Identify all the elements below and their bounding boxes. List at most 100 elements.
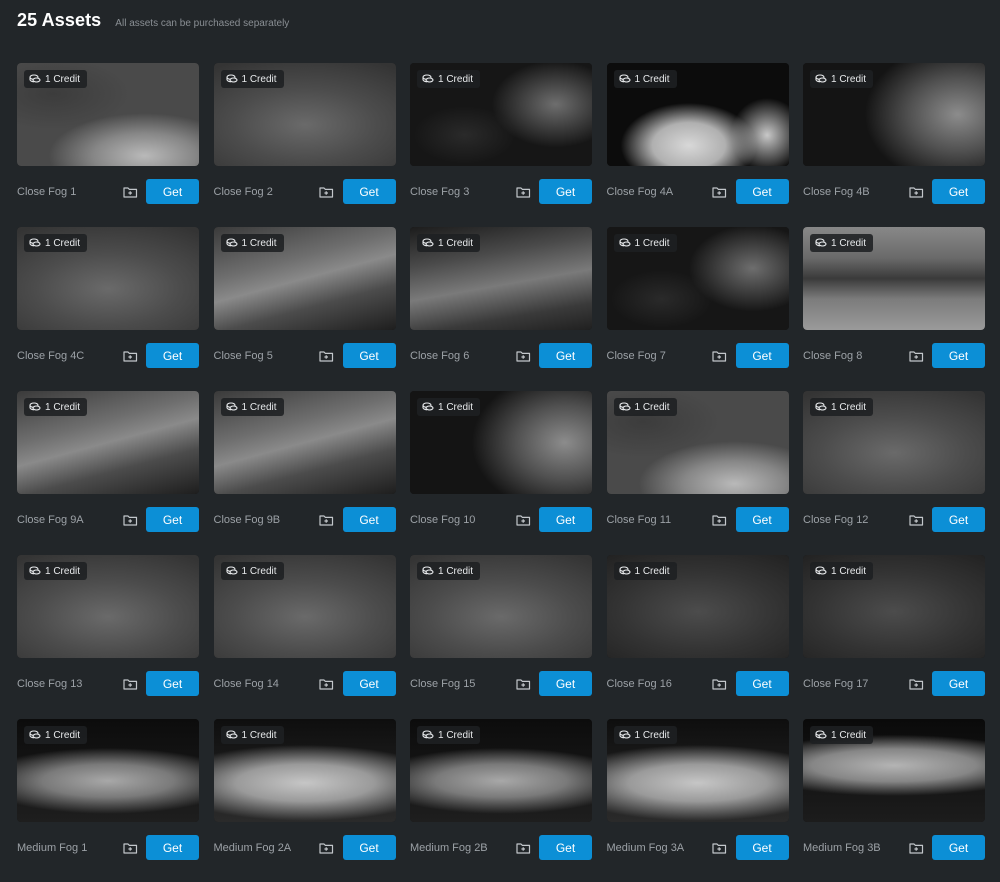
add-to-collection-button[interactable]: [908, 513, 924, 527]
asset-thumbnail[interactable]: 1 Credit: [803, 555, 985, 658]
asset-name: Medium Fog 2B: [410, 841, 488, 854]
asset-meta-row: Close Fog 17 Get: [803, 671, 985, 696]
get-asset-button[interactable]: Get: [146, 179, 199, 204]
credit-badge: 1 Credit: [613, 234, 677, 252]
add-to-collection-button[interactable]: [908, 841, 924, 855]
add-to-collection-button[interactable]: [515, 349, 531, 363]
add-to-collection-button[interactable]: [122, 349, 138, 363]
get-asset-button[interactable]: Get: [539, 179, 592, 204]
asset-card-close-fog-6: 1 Credit Close Fog 6 Get: [410, 227, 592, 391]
add-to-collection-button[interactable]: [319, 677, 335, 691]
asset-thumbnail[interactable]: 1 Credit: [606, 227, 789, 330]
asset-thumbnail[interactable]: 1 Credit: [213, 227, 396, 330]
folder-plus-icon: [908, 514, 923, 526]
get-asset-button[interactable]: Get: [539, 507, 592, 532]
asset-meta-row: Close Fog 9B Get: [214, 507, 396, 532]
get-asset-button[interactable]: Get: [146, 343, 199, 368]
asset-thumbnail[interactable]: 1 Credit: [803, 63, 985, 166]
get-asset-button[interactable]: Get: [146, 835, 199, 860]
add-to-collection-button[interactable]: [515, 677, 531, 691]
asset-thumbnail[interactable]: 1 Credit: [17, 391, 199, 494]
asset-thumbnail[interactable]: 1 Credit: [410, 227, 592, 330]
add-to-collection-button[interactable]: [122, 513, 138, 527]
asset-thumbnail[interactable]: 1 Credit: [606, 555, 789, 658]
asset-thumbnail[interactable]: 1 Credit: [213, 555, 396, 658]
add-to-collection-button[interactable]: [908, 349, 924, 363]
coins-icon: [29, 566, 41, 575]
add-to-collection-button[interactable]: [122, 841, 138, 855]
get-asset-button[interactable]: Get: [342, 507, 396, 532]
add-to-collection-button[interactable]: [122, 185, 138, 199]
credit-badge: 1 Credit: [24, 70, 88, 88]
credit-badge: 1 Credit: [613, 726, 677, 744]
asset-thumbnail[interactable]: 1 Credit: [410, 719, 592, 822]
credit-badge: 1 Credit: [417, 562, 481, 580]
folder-plus-icon: [712, 514, 727, 526]
get-asset-button[interactable]: Get: [342, 343, 396, 368]
get-asset-button[interactable]: Get: [932, 343, 985, 368]
add-to-collection-button[interactable]: [908, 185, 924, 199]
get-asset-button[interactable]: Get: [735, 507, 789, 532]
get-asset-button[interactable]: Get: [146, 671, 199, 696]
folder-plus-icon: [122, 514, 137, 526]
asset-thumbnail[interactable]: 1 Credit: [17, 719, 199, 822]
asset-thumbnail[interactable]: 1 Credit: [17, 555, 199, 658]
add-to-collection-button[interactable]: [712, 841, 728, 855]
get-asset-button[interactable]: Get: [539, 343, 592, 368]
add-to-collection-button[interactable]: [712, 677, 728, 691]
asset-thumbnail[interactable]: 1 Credit: [606, 719, 789, 822]
get-asset-button[interactable]: Get: [342, 671, 396, 696]
add-to-collection-button[interactable]: [712, 349, 728, 363]
get-asset-button[interactable]: Get: [539, 671, 592, 696]
add-to-collection-button[interactable]: [908, 677, 924, 691]
add-to-collection-button[interactable]: [319, 841, 335, 855]
add-to-collection-button[interactable]: [319, 185, 335, 199]
get-asset-button[interactable]: Get: [342, 179, 396, 204]
asset-thumbnail[interactable]: 1 Credit: [213, 719, 396, 822]
get-asset-button[interactable]: Get: [735, 835, 789, 860]
folder-plus-icon: [908, 842, 923, 854]
add-to-collection-button[interactable]: [515, 513, 531, 527]
add-to-collection-button[interactable]: [319, 349, 335, 363]
asset-meta-row: Medium Fog 2B Get: [410, 835, 592, 860]
add-to-collection-button[interactable]: [515, 841, 531, 855]
get-asset-button[interactable]: Get: [932, 835, 985, 860]
coins-icon: [225, 730, 238, 739]
credit-label: 1 Credit: [634, 73, 670, 85]
asset-card-close-fog-17: 1 Credit Close Fog 17 Get: [803, 555, 985, 719]
asset-thumbnail[interactable]: 1 Credit: [17, 227, 199, 330]
add-to-collection-button[interactable]: [122, 677, 138, 691]
asset-thumbnail[interactable]: 1 Credit: [213, 63, 396, 166]
asset-name: Close Fog 13: [17, 677, 83, 690]
coins-icon: [422, 566, 434, 575]
credit-badge: 1 Credit: [613, 70, 677, 88]
asset-thumbnail[interactable]: 1 Credit: [606, 391, 789, 494]
add-to-collection-button[interactable]: [515, 185, 531, 199]
asset-thumbnail[interactable]: 1 Credit: [213, 391, 396, 494]
asset-thumbnail[interactable]: 1 Credit: [410, 555, 592, 658]
purchase-note: All assets can be purchased separately: [115, 18, 290, 29]
credit-label: 1 Credit: [634, 565, 670, 577]
get-asset-button[interactable]: Get: [735, 671, 789, 696]
asset-thumbnail[interactable]: 1 Credit: [410, 63, 592, 166]
asset-thumbnail[interactable]: 1 Credit: [606, 63, 789, 166]
asset-thumbnail[interactable]: 1 Credit: [803, 227, 985, 330]
credit-badge: 1 Credit: [417, 726, 481, 744]
add-to-collection-button[interactable]: [712, 185, 728, 199]
get-asset-button[interactable]: Get: [735, 343, 789, 368]
credit-badge: 1 Credit: [613, 398, 677, 416]
get-asset-button[interactable]: Get: [539, 835, 592, 860]
get-asset-button[interactable]: Get: [932, 671, 985, 696]
get-asset-button[interactable]: Get: [342, 835, 396, 860]
get-asset-button[interactable]: Get: [932, 179, 985, 204]
add-to-collection-button[interactable]: [712, 513, 728, 527]
credit-label: 1 Credit: [241, 729, 277, 741]
asset-thumbnail[interactable]: 1 Credit: [803, 391, 985, 494]
add-to-collection-button[interactable]: [319, 513, 335, 527]
get-asset-button[interactable]: Get: [146, 507, 199, 532]
asset-thumbnail[interactable]: 1 Credit: [17, 63, 199, 166]
asset-thumbnail[interactable]: 1 Credit: [410, 391, 592, 494]
get-asset-button[interactable]: Get: [735, 179, 789, 204]
get-asset-button[interactable]: Get: [932, 507, 985, 532]
asset-thumbnail[interactable]: 1 Credit: [803, 719, 985, 822]
